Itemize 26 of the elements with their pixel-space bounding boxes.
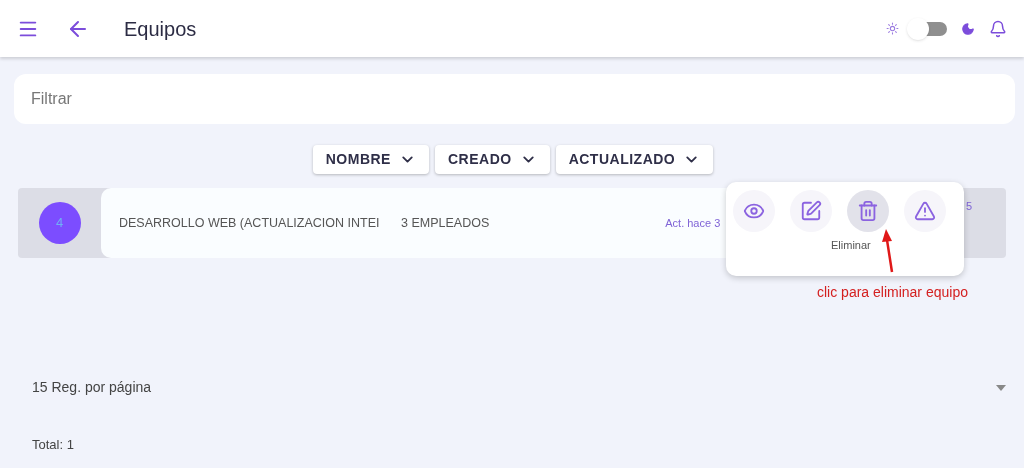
sun-icon [886, 22, 899, 35]
page-title: Equipos [124, 16, 197, 42]
date-text: 5 [966, 199, 973, 214]
filter-field[interactable]: Filtrar [14, 74, 1015, 124]
trash-icon [857, 200, 879, 222]
updated-time: Act. hace 3 [665, 215, 721, 231]
total-text: Total: 1 [32, 436, 75, 454]
warning-button[interactable] [904, 190, 946, 232]
tooltip-text: Eliminar [831, 238, 872, 253]
sort-button[interactable]: NOMBRE [312, 145, 429, 174]
sort-button[interactable]: CREADO [434, 145, 550, 174]
dropdown-icon[interactable] [996, 384, 1006, 391]
delete-button[interactable] [847, 190, 889, 232]
employee-count: 3 EMPLEADOS [401, 214, 490, 232]
edit-icon [800, 200, 822, 222]
warning-icon [914, 200, 936, 222]
moon-icon [961, 21, 975, 36]
edit-button[interactable] [790, 190, 832, 232]
sort-button[interactable]: ACTUALIZADO [555, 145, 714, 174]
count-badge: 4 [38, 202, 81, 244]
bell-icon[interactable] [989, 19, 1007, 38]
team-name: DESARROLLO WEB (ACTUALIZACION INTEI [119, 214, 381, 232]
view-button[interactable] [733, 190, 775, 232]
arrow-drawing [880, 228, 896, 274]
annotation-text: clic para eliminar equipo [817, 283, 968, 302]
per-page-select[interactable]: 15 Reg. por página [32, 377, 152, 398]
